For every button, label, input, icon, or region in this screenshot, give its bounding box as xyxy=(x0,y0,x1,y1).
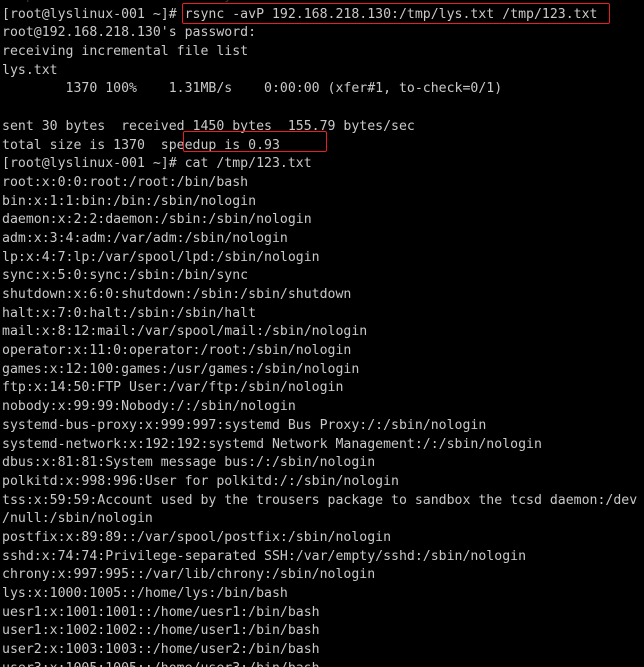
terminal-line: halt:x:7:0:halt:/sbin:/sbin/halt xyxy=(2,305,257,321)
terminal-screen: password: 155.79 bytes/sec [root@lyslinu… xyxy=(0,0,644,667)
terminal-line: lys.txt xyxy=(2,62,58,78)
terminal-line: mail:x:8:12:mail:/var/spool/mail:/sbin/n… xyxy=(2,324,368,340)
terminal-line: tss:x:59:59:Account used by the trousers… xyxy=(2,492,638,508)
terminal-line: nobody:x:99:99:Nobody:/:/sbin/nologin xyxy=(2,399,296,415)
terminal-line: polkitd:x:998:996:User for polkitd:/:/sb… xyxy=(2,473,399,489)
terminal-line: user1:x:1002:1002::/home/user1:/bin/bash xyxy=(2,623,320,639)
terminal-line: sync:x:5:0:sync:/sbin:/bin/sync xyxy=(2,268,249,284)
terminal-line: user2:x:1003:1003::/home/user2:/bin/bash xyxy=(2,642,320,658)
terminal-line: daemon:x:2:2:daemon:/sbin:/sbin/nologin xyxy=(2,212,312,228)
terminal-line: root@192.168.218.130's password: xyxy=(2,25,257,41)
terminal-line: root:x:0:0:root:/root:/bin/bash xyxy=(2,174,249,190)
terminal-line: systemd-network:x:192:192:systemd Networ… xyxy=(2,436,542,452)
terminal-line: chrony:x:997:995::/var/lib/chrony:/sbin/… xyxy=(2,567,376,583)
terminal-line: shutdown:x:6:0:shutdown:/sbin:/sbin/shut… xyxy=(2,287,352,302)
terminal-line: 1370 100% 1.31MB/s 0:00:00 (xfer#1, to-c… xyxy=(2,81,503,97)
terminal-window[interactable]: password: 155.79 bytes/sec [root@lyslinu… xyxy=(0,0,644,667)
terminal-line: /null:/sbin/nologin xyxy=(2,511,153,527)
terminal-line: [root@lyslinux-001 ~]# cat /tmp/123.txt xyxy=(2,156,312,172)
terminal-line: games:x:12:100:games:/usr/games:/sbin/no… xyxy=(2,361,360,377)
terminal-line: sshd:x:74:74:Privilege-separated SSH:/va… xyxy=(2,548,527,564)
terminal-line: uesr1:x:1001:1001::/home/uesr1:/bin/bash xyxy=(2,604,320,620)
terminal-line: ftp:x:14:50:FTP User:/var/ftp:/sbin/nolo… xyxy=(2,380,344,396)
terminal-line: lys:x:1000:1005::/home/lys:/bin/bash xyxy=(2,586,288,601)
terminal-line: adm:x:3:4:adm:/var/adm:/sbin/nologin xyxy=(2,230,288,246)
terminal-line: operator:x:11:0:operator:/root:/sbin/nol… xyxy=(2,343,352,359)
terminal-line: [root@lyslinux-001 ~]# rsync -avP 192.16… xyxy=(2,6,598,22)
terminal-line: systemd-bus-proxy:x:999:997:systemd Bus … xyxy=(2,417,487,433)
terminal-line: dbus:x:81:81:System message bus:/:/sbin/… xyxy=(2,455,376,471)
terminal-line: postfix:x:89:89::/var/spool/postfix:/sbi… xyxy=(2,529,392,545)
terminal-line: total size is 1370 speedup is 0.93 xyxy=(2,137,280,153)
terminal-line: sent 30 bytes received 1450 bytes 155.79… xyxy=(2,118,415,134)
terminal-line: lp:x:4:7:lp:/var/spool/lpd:/sbin/nologin xyxy=(2,249,320,265)
terminal-line: receiving incremental file list xyxy=(2,44,249,60)
terminal-line: bin:x:1:1:bin:/bin:/sbin/nologin xyxy=(2,193,257,209)
terminal-line: user3:x:1005:1005::/home/user3:/bin/bash xyxy=(2,660,644,667)
